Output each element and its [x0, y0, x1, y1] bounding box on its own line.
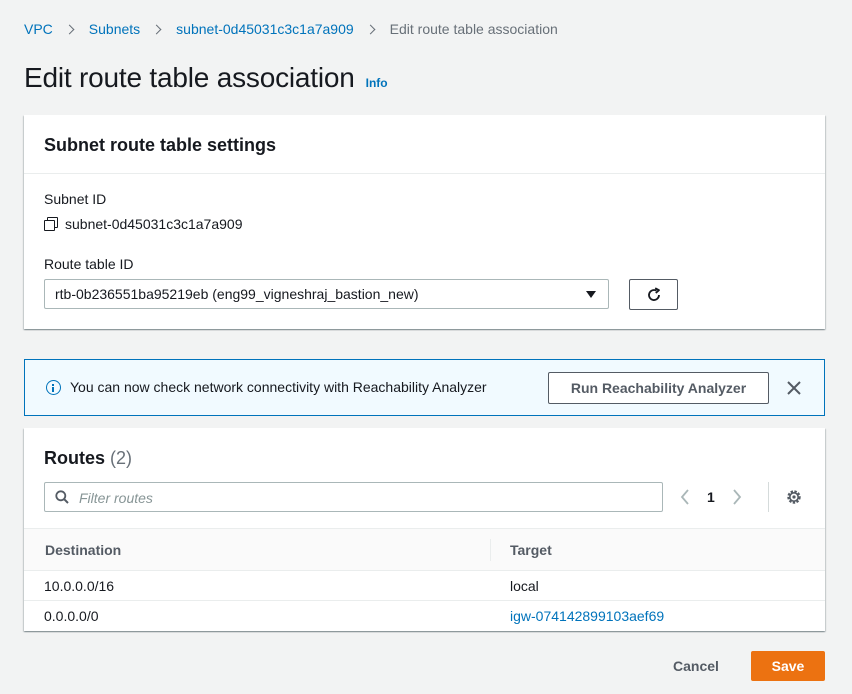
refresh-icon	[647, 286, 660, 301]
route-target-link[interactable]: igw-074142899103aef69	[510, 608, 664, 624]
table-row: 10.0.0.0/16 local	[24, 571, 825, 601]
caret-down-icon	[586, 291, 596, 298]
routes-panel: Routes (2) Filter routes 1 Destination T…	[24, 428, 825, 631]
routes-count: (2)	[110, 448, 133, 468]
breadcrumb-current: Edit route table association	[389, 21, 558, 37]
subnet-route-table-settings-panel: Subnet route table settings Subnet ID su…	[24, 115, 825, 329]
page-header: Edit route table association Info	[24, 62, 388, 94]
refresh-button[interactable]	[629, 279, 678, 310]
routes-table: Destination Target 10.0.0.0/16 local 0.0…	[24, 528, 825, 631]
current-page-number[interactable]: 1	[707, 489, 715, 505]
copy-icon[interactable]	[44, 216, 59, 232]
run-reachability-analyzer-button[interactable]: Run Reachability Analyzer	[548, 372, 769, 404]
column-header-destination[interactable]: Destination	[45, 542, 121, 558]
table-row: 0.0.0.0/0 igw-074142899103aef69	[24, 601, 825, 631]
breadcrumb-subnets[interactable]: Subnets	[89, 21, 140, 37]
cancel-button[interactable]: Cancel	[660, 651, 732, 681]
reachability-info-alert: You can now check network connectivity w…	[24, 359, 825, 416]
breadcrumb: VPC Subnets subnet-0d45031c3c1a7a909 Edi…	[24, 19, 558, 39]
chevron-right-icon	[64, 24, 75, 34]
route-target: local	[510, 578, 539, 594]
divider	[768, 482, 769, 512]
table-header: Destination Target	[24, 528, 825, 571]
route-table-id-label: Route table ID	[44, 256, 134, 272]
chevron-right-icon	[365, 24, 376, 34]
chevron-left-icon[interactable]	[678, 487, 692, 507]
chevron-right-icon[interactable]	[730, 487, 744, 507]
subnet-id-value: subnet-0d45031c3c1a7a909	[44, 216, 243, 232]
settings-icon[interactable]	[785, 488, 803, 506]
column-header-target[interactable]: Target	[510, 542, 552, 558]
chevron-right-icon	[151, 24, 162, 34]
route-table-selected-value: rtb-0b236551ba95219eb (eng99_vigneshraj_…	[55, 286, 419, 302]
breadcrumb-subnet-id[interactable]: subnet-0d45031c3c1a7a909	[176, 21, 354, 37]
filter-routes-input[interactable]: Filter routes	[44, 482, 663, 512]
subnet-id-text: subnet-0d45031c3c1a7a909	[65, 216, 243, 232]
routes-title: Routes	[44, 448, 106, 468]
close-icon[interactable]	[786, 380, 802, 396]
breadcrumb-vpc[interactable]: VPC	[24, 21, 53, 37]
alert-message: You can now check network connectivity w…	[70, 379, 487, 395]
page-title: Edit route table association	[24, 62, 355, 93]
route-table-select[interactable]: rtb-0b236551ba95219eb (eng99_vigneshraj_…	[44, 279, 609, 309]
filter-placeholder: Filter routes	[79, 490, 153, 506]
save-button[interactable]: Save	[751, 651, 825, 681]
info-link[interactable]: Info	[366, 76, 388, 90]
search-icon	[55, 490, 69, 504]
panel-header: Subnet route table settings	[24, 115, 825, 174]
route-destination: 0.0.0.0/0	[44, 608, 99, 624]
subnet-id-label: Subnet ID	[44, 191, 107, 207]
pagination: 1	[678, 486, 744, 508]
route-destination: 10.0.0.0/16	[44, 578, 115, 594]
info-icon	[46, 380, 61, 395]
panel-title: Subnet route table settings	[44, 135, 277, 155]
routes-header: Routes (2)	[44, 448, 132, 469]
column-divider[interactable]	[490, 539, 491, 561]
